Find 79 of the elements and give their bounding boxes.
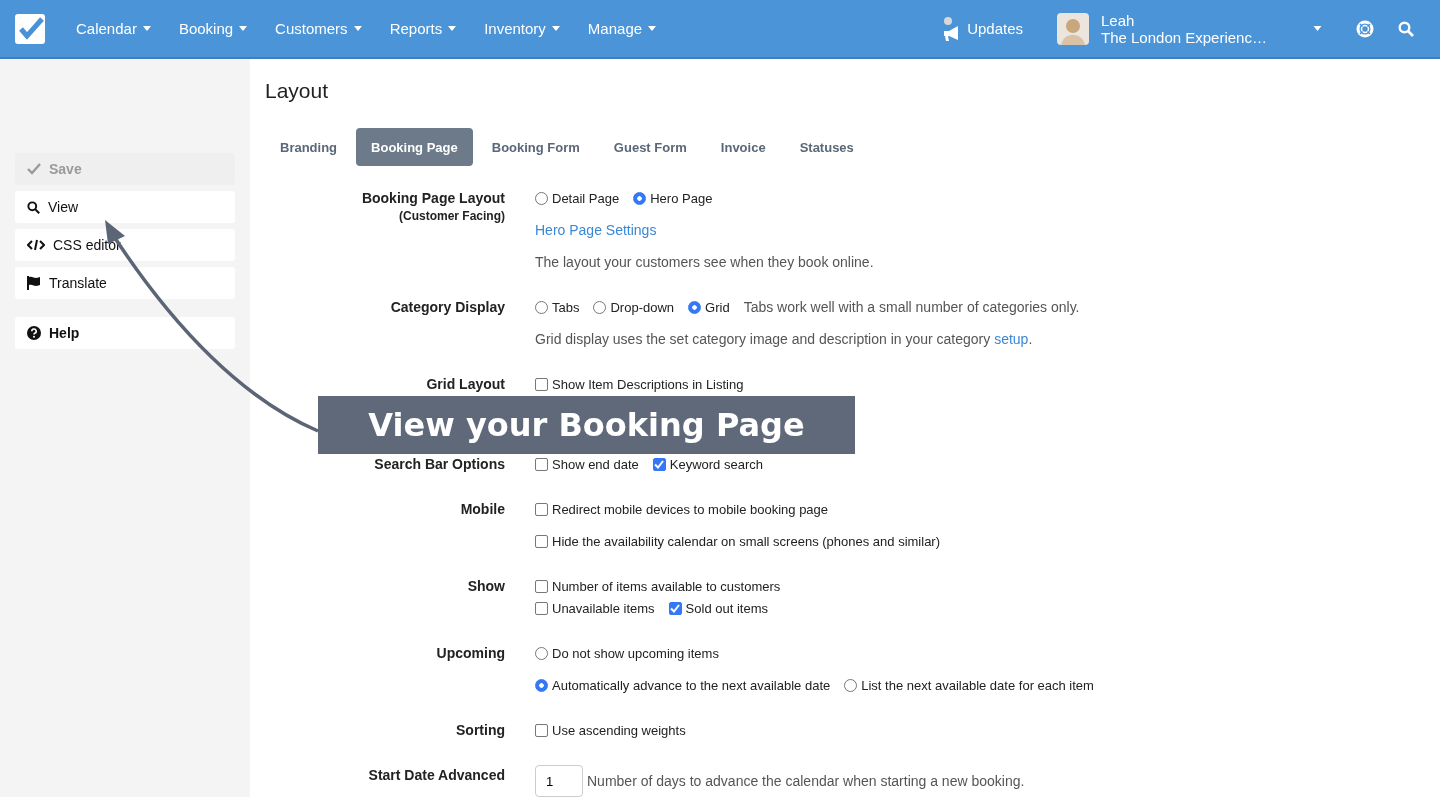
radio-option[interactable]: Tabs <box>535 299 580 315</box>
checkbox-option[interactable]: Unavailable items <box>535 600 655 616</box>
radio-button[interactable] <box>535 191 548 205</box>
search-icon[interactable] <box>1398 20 1414 37</box>
help-text: Tabs work well with a small number of categories only. <box>743 299 1080 315</box>
sidebar-button[interactable]: Help <box>15 317 235 349</box>
field-label: Booking Page Layout <box>361 190 505 206</box>
settings-link[interactable]: Hero Page Settings <box>535 222 657 238</box>
checkbox-option[interactable]: Hide the availability calendar on small screens (phones and similar) <box>535 533 941 549</box>
checkbox-option[interactable]: Show Item Descriptions in Listing <box>535 376 744 392</box>
help-text: The layout your customers see when they book online. <box>535 254 874 270</box>
radio-button[interactable] <box>633 191 647 205</box>
page-title: Layout <box>265 79 330 103</box>
field-label: Sorting <box>456 722 505 738</box>
field-label: Mobile <box>460 501 505 517</box>
radio-option[interactable]: Grid <box>688 299 730 315</box>
checkbox-option[interactable]: Number of items available to customers <box>535 578 781 594</box>
user-name: Leah <box>1101 11 1136 29</box>
radio-option[interactable]: Drop-down <box>593 299 675 315</box>
checkbox[interactable] <box>535 457 548 471</box>
days-input[interactable]: 1 <box>535 765 583 797</box>
field-label: Category Display <box>390 299 505 315</box>
checkbox[interactable] <box>652 457 666 471</box>
checkbox[interactable] <box>668 601 682 615</box>
tab[interactable]: Invoice <box>705 128 781 166</box>
caret-icon <box>648 26 657 31</box>
checkbox-option[interactable]: Keyword search <box>652 456 763 472</box>
checkbox[interactable] <box>535 723 548 737</box>
caret-icon <box>239 26 248 31</box>
caret-icon <box>551 26 560 31</box>
sidebar-button[interactable]: View <box>15 191 235 223</box>
radio-button[interactable] <box>535 678 548 692</box>
radio-button[interactable] <box>593 300 607 314</box>
radio-option[interactable]: Automatically advance to the next available date <box>535 677 831 693</box>
radio-button[interactable] <box>844 678 858 692</box>
checkbox-option[interactable]: Sold out items <box>668 600 768 616</box>
search-icon <box>27 200 40 214</box>
checkbox[interactable] <box>535 377 548 391</box>
checkbox-option[interactable]: Redirect mobile devices to mobile booking page <box>535 501 829 517</box>
organization-name: The London Experienc… <box>1101 28 1268 46</box>
field-label: Upcoming <box>436 645 505 661</box>
caret-icon <box>1313 26 1322 31</box>
caret-icon <box>448 26 457 31</box>
checkbox[interactable] <box>535 534 548 548</box>
help-icon <box>27 326 41 340</box>
checkmark-logo-icon[interactable] <box>14 12 46 45</box>
caret-icon <box>353 26 362 31</box>
radio-button[interactable] <box>535 300 548 314</box>
field-label: Start Date Advanced <box>368 767 505 783</box>
checkbox[interactable] <box>535 601 548 615</box>
code-icon <box>27 239 45 251</box>
field-label: Show <box>467 578 505 594</box>
tab[interactable]: Branding <box>265 128 353 166</box>
tab[interactable]: Booking Page <box>356 128 473 166</box>
help-text: Number of days to advance the calendar when starting a new booking. <box>587 773 1025 789</box>
caption-text: View your Booking Page <box>368 406 805 444</box>
radio-button[interactable] <box>688 300 702 314</box>
checkbox[interactable] <box>535 579 548 593</box>
caret-icon <box>142 26 151 31</box>
field-label: Grid Layout <box>426 376 505 392</box>
checkbox[interactable] <box>535 502 548 516</box>
tab[interactable]: Statuses <box>784 128 869 166</box>
checkbox-option[interactable]: Use ascending weights <box>535 722 686 738</box>
sidebar-button[interactable]: Translate <box>15 267 235 299</box>
field-label: Search Bar Options <box>374 456 505 472</box>
field-sublabel: (Customer Facing) <box>399 209 505 223</box>
avatar-icon <box>1057 12 1089 45</box>
radio-option[interactable]: List the next available date for each item <box>844 677 1094 693</box>
help-text: Grid display uses the set category image and description in your category setup. <box>535 331 1033 347</box>
radio-option[interactable]: Hero Page <box>633 190 713 206</box>
checkmark-icon <box>27 163 41 175</box>
lifebuoy-icon[interactable] <box>1356 19 1374 38</box>
radio-option[interactable]: Detail Page <box>535 190 620 206</box>
tab[interactable]: Guest Form <box>598 128 702 166</box>
tab[interactable]: Booking Form <box>476 128 595 166</box>
radio-button[interactable] <box>535 646 548 660</box>
checkbox-option[interactable]: Show end date <box>535 456 639 472</box>
flag-icon <box>27 276 41 290</box>
radio-option[interactable]: Do not show upcoming items <box>535 645 719 661</box>
